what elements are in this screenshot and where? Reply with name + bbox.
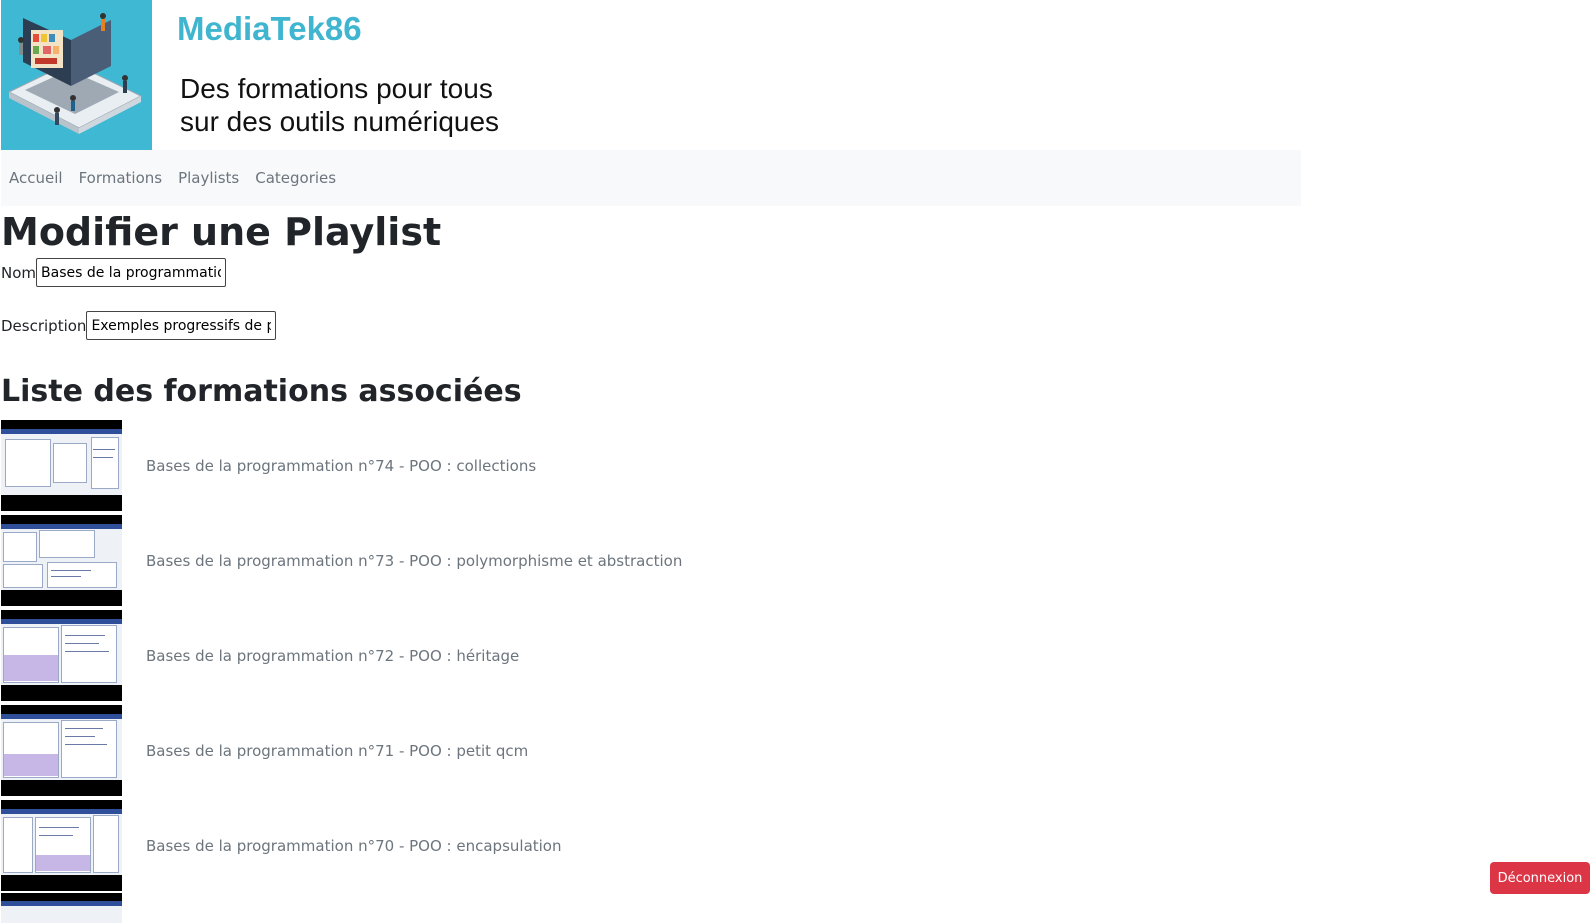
description-field-group: Description (1, 311, 277, 340)
description-label: Description (1, 316, 87, 335)
video-thumbnail[interactable] (1, 610, 122, 701)
tagline-line-2: sur des outils numériques (180, 106, 500, 137)
list-item: Bases de la programmation n°72 - POO : h… (1, 608, 901, 703)
site-tagline: Des formations pour tous sur des outils … (180, 72, 499, 138)
list-item: Bases de la programmation n°74 - POO : c… (1, 418, 901, 513)
video-thumbnail[interactable] (1, 800, 122, 891)
name-field-group: Nom (1, 258, 227, 287)
video-thumbnail[interactable] (1, 420, 122, 511)
site-name: MediaTek86 (177, 10, 362, 47)
nav-formations[interactable]: Formations (79, 169, 163, 187)
name-label: Nom (1, 263, 37, 282)
formation-link[interactable]: Bases de la programmation n°70 - POO : e… (146, 837, 562, 855)
name-input[interactable] (36, 258, 227, 287)
nav-accueil[interactable]: Accueil (9, 169, 63, 187)
site-header: MediaTek86 Des formations pour tous sur … (1, 0, 1301, 150)
description-input[interactable] (86, 311, 277, 340)
list-item-partial (1, 893, 901, 923)
laptop-library-illustration-icon (1, 0, 152, 150)
tagline-line-1: Des formations pour tous (180, 73, 493, 104)
formation-link[interactable]: Bases de la programmation n°71 - POO : p… (146, 742, 528, 760)
formation-link[interactable]: Bases de la programmation n°72 - POO : h… (146, 647, 519, 665)
main-navbar: Accueil Formations Playlists Categories (1, 150, 1301, 206)
logo-icon[interactable] (1, 0, 152, 150)
formation-link[interactable]: Bases de la programmation n°74 - POO : c… (146, 457, 536, 475)
formations-section-title: Liste des formations associées (1, 374, 522, 409)
video-thumbnail[interactable] (1, 893, 122, 923)
video-thumbnail[interactable] (1, 705, 122, 796)
list-item: Bases de la programmation n°71 - POO : p… (1, 703, 901, 798)
list-item: Bases de la programmation n°70 - POO : e… (1, 798, 901, 893)
video-thumbnail[interactable] (1, 515, 122, 606)
list-item: Bases de la programmation n°73 - POO : p… (1, 513, 901, 608)
formations-list: Bases de la programmation n°74 - POO : c… (1, 418, 901, 923)
page-title: Modifier une Playlist (1, 210, 442, 254)
logout-button[interactable]: Déconnexion (1490, 862, 1590, 894)
formation-link[interactable]: Bases de la programmation n°73 - POO : p… (146, 552, 682, 570)
nav-playlists[interactable]: Playlists (178, 169, 239, 187)
nav-categories[interactable]: Categories (255, 169, 336, 187)
